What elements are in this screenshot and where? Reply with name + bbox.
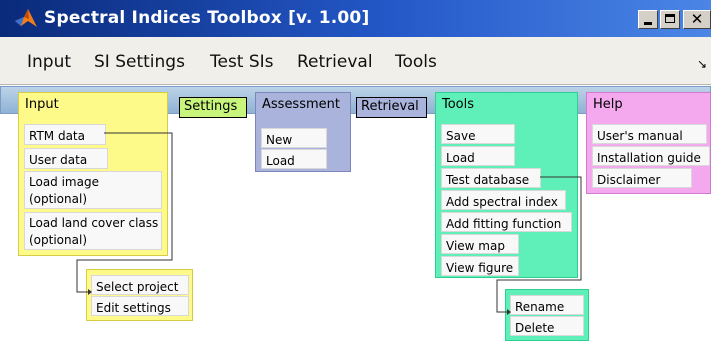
help-item-disclaimer[interactable]: Disclaimer — [592, 168, 692, 188]
tools-panel: Tools Save Load Test database Add spectr… — [435, 92, 578, 278]
settings-label: Settings — [179, 97, 247, 118]
close-button[interactable]: ✕ — [683, 10, 711, 29]
input-item-user-data[interactable]: User data — [24, 148, 108, 169]
matlab-icon — [15, 9, 37, 27]
assessment-item-new[interactable]: New — [261, 128, 327, 148]
minimize-button[interactable] — [638, 10, 658, 29]
assessment-item-load[interactable]: Load — [261, 149, 327, 169]
help-item-installation-guide[interactable]: Installation guide — [592, 146, 710, 166]
minimize-icon — [644, 22, 652, 25]
tools-item-load[interactable]: Load — [441, 146, 515, 166]
retrieval-label: Retrieval — [356, 97, 427, 118]
help-header: Help — [593, 97, 623, 112]
dock-arrow-icon[interactable]: ↘ — [697, 57, 707, 71]
maximize-icon — [665, 14, 675, 23]
menu-bar: Input SI Settings Test SIs Retrieval Too… — [0, 37, 711, 85]
menu-tools[interactable]: Tools — [395, 52, 437, 72]
close-icon: ✕ — [690, 10, 704, 28]
input-panel: Input RTM data User data Load image (opt… — [18, 92, 168, 256]
input-item-load-land-cover[interactable]: Load land cover class (optional) — [24, 212, 162, 250]
menu-test-sis[interactable]: Test SIs — [210, 52, 274, 72]
input-item-rtm-data[interactable]: RTM data — [24, 124, 106, 145]
input-header: Input — [25, 97, 59, 112]
subitem-rename[interactable]: Rename — [510, 295, 584, 315]
tools-header: Tools — [442, 97, 475, 112]
title-bar: Spectral Indices Toolbox [v. 1.00] ✕ — [0, 0, 711, 37]
tools-item-test-database[interactable]: Test database — [441, 168, 541, 188]
tools-item-view-figure[interactable]: View figure — [441, 256, 519, 276]
help-item-users-manual[interactable]: User's manual — [592, 124, 707, 144]
maximize-button[interactable] — [660, 10, 680, 29]
test-database-subpanel: Rename Delete — [505, 289, 589, 341]
tools-item-save[interactable]: Save — [441, 124, 515, 144]
tools-item-add-spectral-index[interactable]: Add spectral index — [441, 190, 566, 210]
help-panel: Help User's manual Installation guide Di… — [586, 92, 711, 194]
input-item-load-image[interactable]: Load image (optional) — [24, 171, 162, 209]
settings-item-edit-settings[interactable]: Edit settings — [91, 296, 189, 316]
tools-item-view-map[interactable]: View map — [441, 234, 519, 254]
window-title: Spectral Indices Toolbox [v. 1.00] — [44, 8, 370, 28]
settings-item-select-project[interactable]: Select project — [91, 275, 189, 295]
menu-input[interactable]: Input — [27, 52, 71, 72]
tools-item-add-fitting-function[interactable]: Add fitting function — [441, 212, 572, 232]
assessment-header: Assessment — [262, 97, 340, 112]
menu-si-settings[interactable]: SI Settings — [94, 52, 185, 72]
settings-panel: Select project Edit settings — [86, 269, 193, 321]
menu-retrieval[interactable]: Retrieval — [297, 52, 373, 72]
assessment-panel: Assessment New Load — [255, 92, 351, 172]
subitem-delete[interactable]: Delete — [510, 316, 584, 336]
